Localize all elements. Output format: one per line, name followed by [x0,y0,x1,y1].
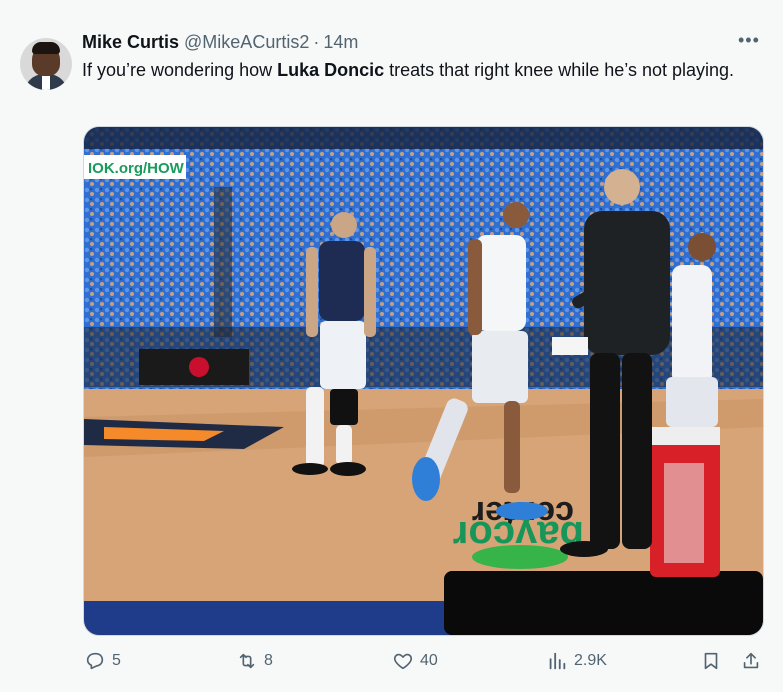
repost-count: 8 [264,652,273,669]
share-icon [743,652,759,669]
stairway [214,187,232,337]
tweet-text-start: If you’re wondering how [82,60,278,80]
heart-icon [393,653,413,670]
reply-button[interactable]: 5 [84,650,121,672]
avatar-hair [32,42,60,54]
tweet-time[interactable]: 14m [323,32,358,53]
tweet-text: If you’re wondering how Luka Doncic trea… [82,58,762,83]
photo-basketball-court: IOK.org/HOW center baycor [84,127,763,635]
tweet-text-mention: Luka Doncic [277,60,385,80]
author-handle[interactable]: @MikeACurtis2 [184,32,309,53]
upper-rafters [84,127,763,149]
view-count: 2.9K [574,652,607,669]
action-bar: 5 8 40 2.9K [0,650,783,678]
banner-text: IOK.org/HOW [88,160,185,177]
header-separator: · [313,31,320,52]
nba-logo [189,357,209,377]
spray-can-label [664,463,704,563]
repost-button[interactable]: 8 [236,650,273,672]
like-count: 40 [420,652,438,669]
like-button[interactable]: 40 [392,650,438,672]
author-avatar[interactable] [20,38,72,90]
more-options-icon[interactable]: ••• [738,30,760,51]
tweet-text-end: treats that right knee while he’s not pl… [384,60,735,80]
bookmark-icon [704,652,718,670]
avatar-shirt [42,74,50,90]
foreground-object [444,571,763,635]
spray-can-cap [650,427,720,445]
tweet-card[interactable]: Mike Curtis @MikeACurtis2 · 14m ••• If y… [0,10,783,692]
views-button[interactable]: 2.9K [546,650,607,672]
views-chart-icon [549,652,566,670]
bookmark-button[interactable] [700,650,728,672]
tweet-photo[interactable]: IOK.org/HOW center baycor [83,126,764,636]
tweet-header: Mike Curtis @MikeACurtis2 · 14m [82,30,358,54]
reply-icon [86,652,104,670]
green-lid [472,545,568,569]
author-name[interactable]: Mike Curtis [82,32,179,53]
repost-icon [239,653,255,669]
share-button[interactable] [740,650,768,672]
reply-count: 5 [112,652,121,669]
